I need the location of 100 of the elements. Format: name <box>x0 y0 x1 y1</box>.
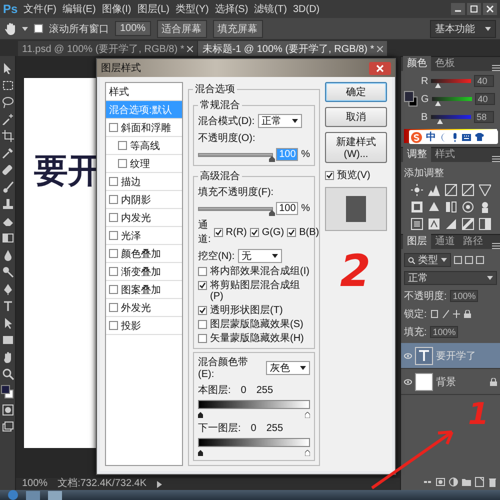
bandage-icon[interactable] <box>2 164 14 176</box>
checkbox[interactable] <box>214 228 223 236</box>
style-list-item[interactable]: 外发光 <box>106 299 182 317</box>
eraser-icon[interactable] <box>2 215 14 227</box>
adjustment-icon[interactable] <box>478 184 490 196</box>
value-field[interactable]: 58 <box>474 111 494 123</box>
new-layer-icon[interactable] <box>475 477 484 487</box>
wand-icon[interactable] <box>2 113 14 125</box>
quick-mask-icon[interactable] <box>2 404 14 416</box>
style-list-item[interactable]: 内阴影 <box>106 191 182 209</box>
gradient-icon[interactable] <box>2 232 14 244</box>
menu-item[interactable]: 文件(F) <box>24 2 56 16</box>
value-field[interactable]: 40 <box>474 75 494 87</box>
checkbox[interactable] <box>198 306 207 315</box>
slider-handle[interactable] <box>198 412 203 418</box>
menu-item[interactable]: 图像(I) <box>102 2 132 16</box>
blend-mode-dropdown[interactable]: 正常 <box>258 114 302 128</box>
lock-pixels-icon[interactable] <box>430 310 438 318</box>
workspace-dropdown[interactable]: 基本功能 <box>430 20 496 38</box>
checkbox[interactable] <box>34 24 43 33</box>
eyedropper-icon[interactable] <box>2 147 14 159</box>
droplet-icon[interactable] <box>2 249 14 261</box>
checkbox[interactable] <box>109 321 118 330</box>
menu-item[interactable]: 类型(Y) <box>176 2 209 16</box>
folder-icon[interactable] <box>462 477 471 487</box>
dodge-icon[interactable] <box>2 266 14 278</box>
crop-icon[interactable] <box>2 130 14 142</box>
adjustment-icon[interactable] <box>428 184 440 196</box>
checkbox[interactable] <box>109 303 118 312</box>
menu-item[interactable]: 滤镜(T) <box>254 2 287 16</box>
checkbox[interactable] <box>109 285 118 294</box>
checkbox[interactable] <box>198 320 207 329</box>
style-list-item[interactable]: 渐变叠加 <box>106 263 182 281</box>
close-icon[interactable] <box>377 46 384 52</box>
checkbox[interactable] <box>287 228 296 236</box>
checkbox[interactable] <box>109 177 118 186</box>
ok-button[interactable]: 确定 <box>325 82 387 102</box>
panel-tab[interactable]: 颜色 <box>403 56 431 71</box>
pen-icon[interactable] <box>2 283 14 295</box>
style-list-item[interactable]: 等高线 <box>106 137 182 155</box>
style-list-item[interactable]: 描边 <box>106 173 182 191</box>
eye-icon[interactable] <box>404 352 412 358</box>
type-icon[interactable] <box>2 300 14 312</box>
screen-mode-icon[interactable] <box>2 421 14 433</box>
lock-icon[interactable] <box>464 310 471 318</box>
menu-item[interactable]: 选择(S) <box>214 2 248 16</box>
adjustment-icon[interactable] <box>444 218 456 230</box>
knockout-dropdown[interactable]: 无 <box>238 249 282 263</box>
hand-icon[interactable] <box>2 351 14 363</box>
style-list-item[interactable]: 投影 <box>106 317 182 335</box>
panel-menu-icon[interactable] <box>492 243 500 249</box>
adjustment-icon[interactable] <box>462 218 474 230</box>
adjustment-layer-icon[interactable] <box>449 477 458 487</box>
color-swatches-icon[interactable] <box>404 91 418 107</box>
checkbox[interactable] <box>109 213 118 222</box>
adjustment-icon[interactable] <box>478 218 490 230</box>
restore-icon[interactable] <box>467 3 481 15</box>
slider-handle[interactable] <box>305 412 310 418</box>
microphone-icon[interactable] <box>452 132 458 142</box>
adjustment-icon[interactable] <box>444 184 456 196</box>
marquee-icon[interactable] <box>2 79 14 91</box>
checkbox[interactable] <box>118 141 127 150</box>
document-tab[interactable]: 11.psd @ 100% (要开学了, RGB/8) * <box>18 41 198 56</box>
lasso-icon[interactable] <box>2 96 14 108</box>
panel-tab[interactable]: 图层 <box>403 233 431 249</box>
checkbox[interactable] <box>109 249 118 258</box>
panel-tab[interactable]: 通道 <box>431 233 459 249</box>
panel-tab[interactable]: 色板 <box>431 56 459 71</box>
fill-screen-button[interactable]: 填充屏幕 <box>212 20 263 38</box>
checkbox[interactable] <box>109 267 118 276</box>
menu-item[interactable]: 编辑(E) <box>62 2 96 16</box>
value-field[interactable]: 40 <box>474 93 495 105</box>
style-list-item[interactable]: 斜面和浮雕 <box>106 119 182 137</box>
checkbox[interactable] <box>109 123 118 132</box>
close-icon[interactable] <box>483 3 497 15</box>
trash-icon[interactable] <box>488 477 497 487</box>
checkbox[interactable] <box>198 267 207 276</box>
adjustment-icon[interactable] <box>410 201 422 213</box>
panel-tab[interactable]: 样式 <box>431 146 459 162</box>
input-mode[interactable]: 中 <box>426 130 436 144</box>
adjustment-icon[interactable] <box>462 201 474 213</box>
blend-if-dropdown[interactable]: 灰色 <box>266 360 310 374</box>
slider-handle[interactable] <box>305 450 310 456</box>
checkbox[interactable] <box>325 170 334 180</box>
zoom-button[interactable]: 100% <box>115 21 151 36</box>
close-icon[interactable] <box>369 62 391 74</box>
cancel-button[interactable]: 取消 <box>325 107 387 127</box>
zoom-icon[interactable] <box>2 368 14 380</box>
panel-menu-icon[interactable] <box>492 65 500 71</box>
keyboard-icon[interactable] <box>462 134 471 140</box>
document-tab[interactable]: 未标题-1 @ 100% (要开学了, RGB/8) * <box>198 41 388 56</box>
slider-thumb[interactable] <box>269 210 276 216</box>
style-list-item[interactable]: 图案叠加 <box>106 281 182 299</box>
new-style-button[interactable]: 新建样式(W)... <box>325 132 387 163</box>
adjustment-icon[interactable] <box>410 184 422 196</box>
minimize-icon[interactable] <box>451 3 465 15</box>
layer-filter-dropdown[interactable]: 类型 <box>404 253 451 267</box>
checkbox[interactable] <box>109 195 118 204</box>
layer-row[interactable]: 背景 <box>401 369 500 395</box>
adjustment-icon[interactable] <box>444 201 456 213</box>
